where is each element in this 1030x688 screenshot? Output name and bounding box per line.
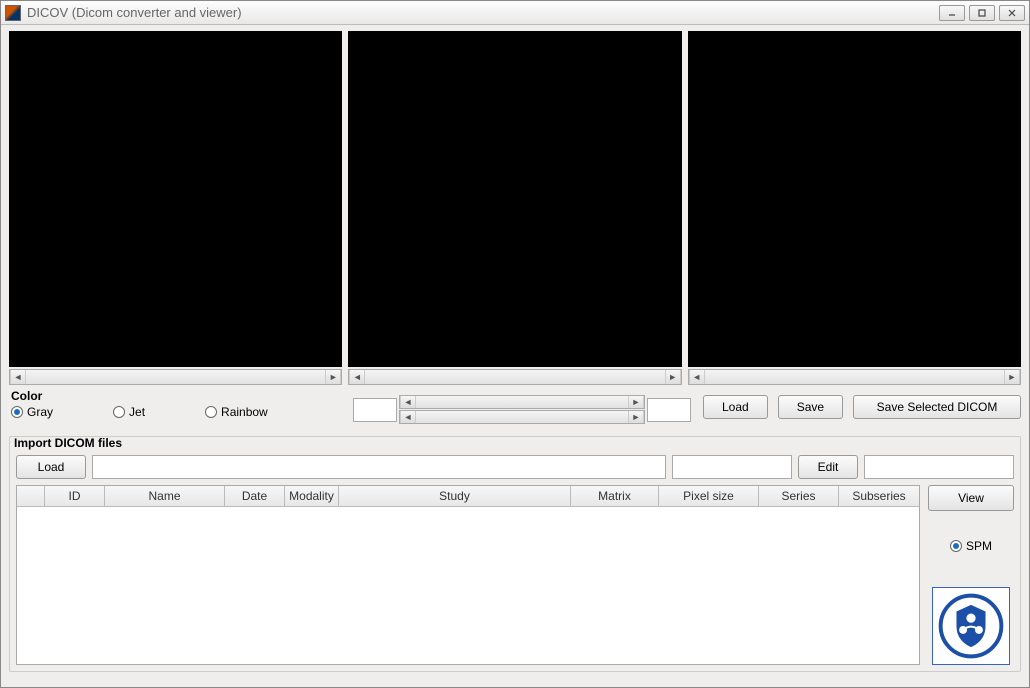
th-subseries: Subseries (839, 486, 919, 506)
radio-rainbow[interactable]: Rainbow (205, 405, 268, 419)
th-name: Name (105, 486, 225, 506)
load-button[interactable]: Load (703, 395, 768, 419)
import-label: Import DICOM files (14, 436, 1024, 450)
scroll-left-icon[interactable]: ◄ (349, 370, 365, 384)
close-button[interactable] (999, 5, 1025, 21)
th-series: Series (759, 486, 839, 506)
scroll-left-icon[interactable]: ◄ (400, 411, 416, 423)
app-window: DICOV (Dicom converter and viewer) ◄ ► ◄ (0, 0, 1030, 688)
color-group: Color Gray Jet Rainbow (9, 389, 347, 419)
import-path-input[interactable] (92, 455, 666, 479)
th-id: ID (45, 486, 105, 506)
window-buttons (939, 5, 1025, 21)
th-matrix: Matrix (571, 486, 659, 506)
scroll-left-icon[interactable]: ◄ (10, 370, 26, 384)
shield-logo-icon (938, 593, 1004, 659)
window-level-controls: ◄ ► ◄ ► (353, 395, 691, 424)
scroll-track[interactable] (365, 370, 664, 384)
radio-label: Jet (129, 405, 145, 419)
th-date: Date (225, 486, 285, 506)
radio-label: SPM (966, 539, 992, 553)
radio-jet[interactable]: Jet (113, 405, 145, 419)
minimize-button[interactable] (939, 5, 965, 21)
action-buttons: Load Save Save Selected DICOM (697, 395, 1021, 419)
scroll-left-icon[interactable]: ◄ (400, 396, 416, 408)
radio-dot-icon (11, 406, 23, 418)
titlebar: DICOV (Dicom converter and viewer) (1, 1, 1029, 25)
scroll-left-icon[interactable]: ◄ (689, 370, 705, 384)
save-button[interactable]: Save (778, 395, 843, 419)
level-scrollbar-bottom[interactable]: ◄ ► (399, 410, 645, 424)
university-logo (932, 587, 1010, 665)
th-modality: Modality (285, 486, 339, 506)
th-blank (17, 486, 45, 506)
color-label: Color (11, 389, 347, 403)
table-header: ID Name Date Modality Study Matrix Pixel… (17, 486, 919, 507)
scroll-track[interactable] (416, 396, 628, 408)
pane3-hscrollbar[interactable]: ◄ ► (688, 369, 1021, 385)
scroll-track[interactable] (416, 411, 628, 423)
import-load-button[interactable]: Load (16, 455, 86, 479)
controls-row: Color Gray Jet Rainbow ◄ ► ◄ (9, 389, 1021, 424)
level-max-input[interactable] (647, 398, 691, 422)
scroll-track[interactable] (26, 370, 325, 384)
side-column: View SPM (928, 485, 1014, 665)
radio-label: Rainbow (221, 405, 268, 419)
pane1-hscrollbar[interactable]: ◄ ► (9, 369, 342, 385)
scroll-track[interactable] (705, 370, 1004, 384)
level-scrollbar-top[interactable]: ◄ ► (399, 395, 645, 409)
app-icon (5, 5, 21, 21)
save-selected-dicom-button[interactable]: Save Selected DICOM (853, 395, 1021, 419)
scroll-right-icon[interactable]: ► (665, 370, 681, 384)
image-pane-3[interactable] (688, 31, 1021, 367)
import-filter-input[interactable] (672, 455, 792, 479)
dicom-table[interactable]: ID Name Date Modality Study Matrix Pixel… (16, 485, 920, 665)
scroll-right-icon[interactable]: ► (628, 396, 644, 408)
content-area: ◄ ► ◄ ► ◄ ► (1, 25, 1029, 687)
radio-gray[interactable]: Gray (11, 405, 53, 419)
image-panes-row: ◄ ► ◄ ► ◄ ► (9, 31, 1021, 385)
scroll-right-icon[interactable]: ► (628, 411, 644, 423)
radio-dot-icon (113, 406, 125, 418)
window-title: DICOV (Dicom converter and viewer) (27, 5, 939, 20)
scroll-right-icon[interactable]: ► (325, 370, 341, 384)
import-section: Import DICOM files Load Edit ID Name Dat… (9, 436, 1021, 672)
view-button[interactable]: View (928, 485, 1014, 511)
edit-button[interactable]: Edit (798, 455, 858, 479)
th-pixel-size: Pixel size (659, 486, 759, 506)
th-study: Study (339, 486, 571, 506)
image-pane-2[interactable] (348, 31, 681, 367)
scroll-right-icon[interactable]: ► (1004, 370, 1020, 384)
radio-dot-icon (950, 540, 962, 552)
radio-spm[interactable]: SPM (950, 539, 992, 553)
import-extra-input[interactable] (864, 455, 1014, 479)
radio-label: Gray (27, 405, 53, 419)
radio-dot-icon (205, 406, 217, 418)
level-min-input[interactable] (353, 398, 397, 422)
maximize-button[interactable] (969, 5, 995, 21)
image-pane-1[interactable] (9, 31, 342, 367)
pane2-hscrollbar[interactable]: ◄ ► (348, 369, 681, 385)
